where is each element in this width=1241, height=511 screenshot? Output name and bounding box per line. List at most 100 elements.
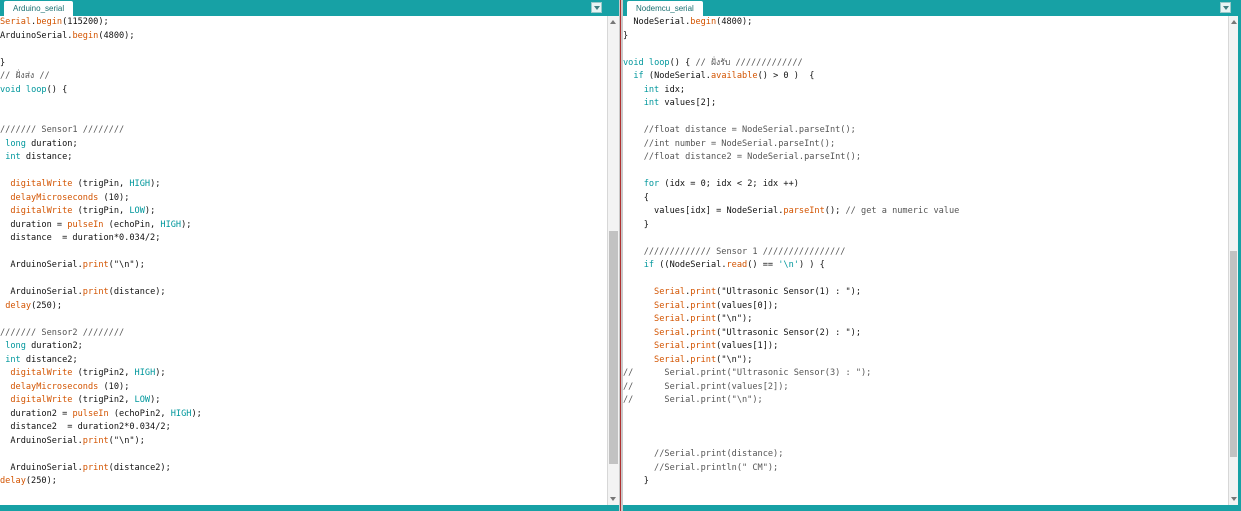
code-token: ); [155,368,166,378]
code-line: ArduinoSerial.print("\n"); [0,259,607,273]
scroll-down-icon[interactable] [1229,494,1238,504]
code-token: int [5,354,21,365]
code-line: // Serial.print("\n"); [623,394,1228,408]
vertical-scrollbar[interactable] [607,16,619,505]
code-token: //int number = NodeSerial.parseInt(); [623,138,836,149]
code-editor[interactable]: NodeSerial.begin(4800);} void loop() { /… [623,16,1228,505]
code-token: } [623,219,649,230]
code-token: void [0,84,21,95]
code-token: (trigPin, [72,179,130,189]
code-token: (distance2); [108,462,171,473]
code-line: digitalWrite (trigPin, LOW); [0,205,607,219]
code-token: distance = duration*0.034/2; [0,233,161,243]
code-line: Serial.begin(115200); [0,16,607,30]
code-token: (distance); [108,287,166,297]
code-line: //float distance2 = NodeSerial.parseInt(… [623,151,1228,165]
code-token: print [690,354,717,365]
code-token: if [643,260,655,270]
code-token: '\n' [778,260,799,270]
code-token: Serial [654,354,686,365]
code-token: (250); [31,300,63,311]
code-token: print [690,300,717,311]
code-line: { [623,192,1228,206]
code-token: /////// Sensor1 //////// [0,125,125,135]
code-token: // Serial.print("Ultrasonic Sensor(3) : … [623,368,872,378]
scroll-down-icon[interactable] [608,494,619,504]
tab-menu-dropdown-icon[interactable] [591,2,602,13]
code-token: (250); [25,476,57,486]
code-line: digitalWrite (trigPin2, HIGH); [0,367,607,381]
code-token: duration = [0,219,68,230]
code-token: (4800); [98,30,135,41]
scroll-up-icon[interactable] [608,17,619,27]
code-token: //float distance2 = NodeSerial.parseInt(… [623,152,861,162]
code-line: long duration; [0,138,607,152]
code-text: Serial.begin(115200); ArduinoSerial.begin… [0,16,607,489]
code-token: ("Ultrasonic Sensor(2) : "); [716,327,862,338]
code-token: { [623,192,649,203]
code-line: int distance2; [0,354,607,368]
code-line: ///////////// Sensor 1 //////////////// [623,246,1228,260]
code-line: Serial.print("\n"); [623,354,1228,368]
code-line: //int number = NodeSerial.parseInt(); [623,138,1228,152]
code-token: delay [5,300,32,311]
code-token: duration2; [25,341,83,351]
code-token: //Serial.print(distance); [623,449,784,459]
scroll-up-icon[interactable] [1229,17,1238,27]
code-text: NodeSerial.begin(4800);} void loop() { /… [623,16,1228,489]
scroll-thumb[interactable] [1230,251,1237,457]
code-line: } [623,475,1228,489]
code-line: if ((NodeSerial.read() == '\n') ) { [623,259,1228,273]
code-token: pulseIn [72,408,109,419]
code-token: print [82,287,109,297]
code-token: NodeSerial. [623,17,691,27]
code-token: ); [150,395,161,405]
code-token: digitalWrite [10,206,73,216]
code-token: duration; [25,138,78,149]
vertical-scrollbar[interactable] [1228,16,1238,505]
code-token: parseInt [783,206,825,216]
code-token: (echoPin2, [108,408,171,419]
code-token: Serial [654,287,686,297]
code-editor[interactable]: Serial.begin(115200); ArduinoSerial.begin… [0,16,607,505]
editor-pane-arduino: Arduino_serial Serial.begin(115200); Ardu… [0,0,619,511]
code-token: if [633,71,644,81]
tab-nodemcu-serial[interactable]: Nodemcu_serial [627,1,703,16]
code-token: (values[0]); [716,300,779,311]
code-token: ) ) { [798,260,825,270]
tab-arduino-serial[interactable]: Arduino_serial [4,1,74,16]
code-line: //Serial.println(" CM"); [623,462,1228,476]
code-token: (echoPin, [103,219,161,230]
code-line: Serial.print("Ultrasonic Sensor(1) : "); [623,286,1228,300]
code-token: distance2 = duration2*0.034/2; [0,422,171,432]
scroll-thumb[interactable] [609,231,618,464]
code-line: int idx; [623,84,1228,98]
code-token: LOW [134,395,151,405]
code-token: ("Ultrasonic Sensor(1) : "); [716,287,862,297]
code-line: if (NodeSerial.available() > 0 ) { [623,70,1228,84]
code-line: values[idx] = NodeSerial.parseInt(); // … [623,205,1228,219]
code-line: long duration2; [0,340,607,354]
code-line: ArduinoSerial.print("\n"); [0,435,607,449]
code-token: HIGH [134,368,156,378]
code-token: // ฝั่งส่ง // [0,71,50,81]
code-line: digitalWrite (trigPin2, LOW); [0,394,607,408]
tab-menu-dropdown-icon[interactable] [1220,2,1231,13]
code-line: ArduinoSerial.begin(4800); [0,30,607,44]
code-token: duration2 = [0,408,73,419]
code-token: ArduinoSerial. [0,435,83,446]
code-token: HIGH [170,408,192,419]
code-token: print [82,462,109,473]
